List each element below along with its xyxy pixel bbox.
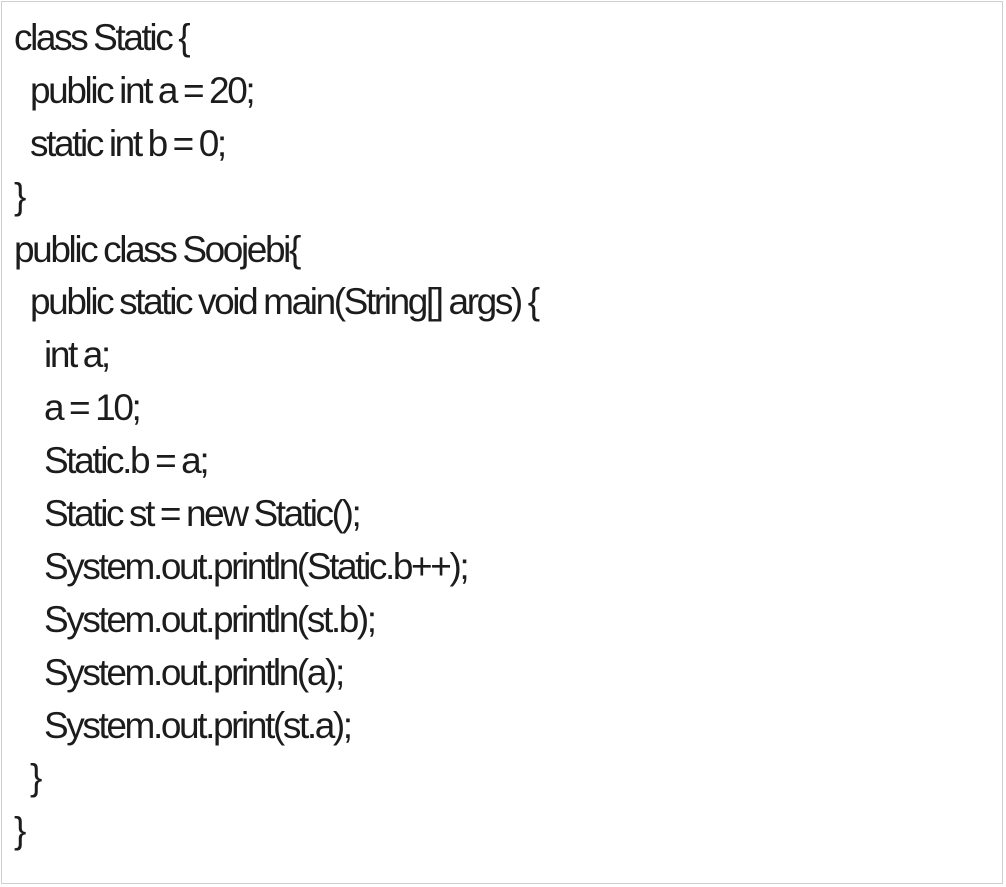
code-line-4: } (14, 175, 26, 217)
code-block: class Static { public int a = 20; static… (14, 12, 540, 858)
code-line-3: static int b = 0; (30, 122, 227, 164)
code-line-1: class Static { (14, 17, 191, 58)
code-line-2: public int a = 20; (30, 69, 256, 111)
code-line-6: public static void main(String[] args) { (30, 281, 540, 323)
code-line-10: Static st = new Static(); (44, 493, 362, 535)
code-line-9: Static.b = a; (44, 440, 210, 482)
code-panel: class Static { public int a = 20; static… (1, 1, 1003, 884)
code-line-12: System.out.println(st.b); (44, 598, 377, 640)
code-line-5: public class Soojebi{ (14, 228, 301, 270)
code-line-16: } (14, 810, 26, 852)
code-line-13: System.out.println(a); (44, 651, 345, 693)
code-line-11: System.out.println(Static.b++); (44, 545, 470, 587)
code-line-14: System.out.print(st.a); (44, 704, 353, 746)
code-line-7: int a; (44, 334, 111, 376)
code-line-15: } (30, 757, 42, 799)
code-line-8: a = 10; (44, 387, 142, 429)
